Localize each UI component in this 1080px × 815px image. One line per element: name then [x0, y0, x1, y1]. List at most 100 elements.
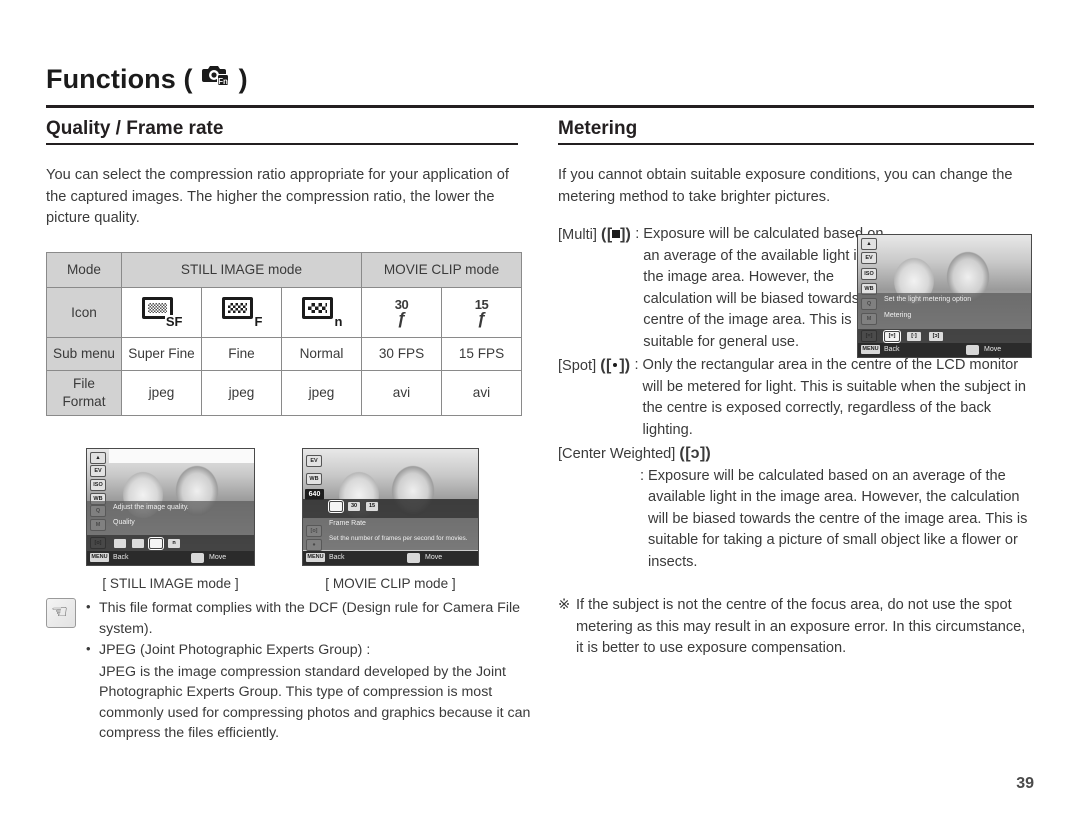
cell-format-0: jpeg — [121, 369, 202, 416]
lcd-bottom-bar: MENU Back Move — [87, 550, 254, 565]
movie-clip-mode-caption: [ MOVIE CLIP mode ] — [325, 575, 456, 591]
cell-icon-15fps: 15 ƒ — [441, 286, 522, 338]
note-body: This file format complies with the DCF (… — [86, 597, 536, 744]
lcd-screens-row: ▲ EV ISO WB Q M [o] Adjust the image qua… — [86, 447, 518, 591]
metering-footnote: ※ If the subject is not the centre of th… — [558, 595, 1034, 660]
lcd-move-label: Move — [425, 553, 443, 561]
metering-section-title: Metering — [558, 118, 638, 139]
cell-format-4: avi — [441, 369, 522, 416]
lcd-dpad-icon[interactable] — [966, 345, 979, 355]
lcd-icon-iso: ISO — [90, 478, 106, 491]
lcd-chip-spot[interactable]: [·] — [906, 331, 922, 342]
page-title-prefix: Functions ( — [46, 64, 193, 94]
footnote-mark: ※ — [558, 597, 571, 613]
cell-label-mode: Mode — [46, 251, 122, 288]
lcd-icon-ev: EV — [861, 252, 877, 264]
cell-submenu-1: Fine — [201, 336, 282, 371]
cell-label-icon: Icon — [46, 286, 122, 338]
metering-colon: : — [634, 357, 639, 373]
cell-icon-30fps: 30 ƒ — [361, 286, 442, 338]
lcd-quality-chips: n — [113, 536, 181, 550]
note-hand-icon: ☜ — [46, 598, 76, 628]
lcd-chip-0[interactable] — [113, 537, 127, 549]
quality-normal-icon: n — [301, 296, 343, 328]
lcd-menu-label: Metering — [884, 312, 912, 319]
lcd-dpad-icon[interactable] — [191, 552, 204, 563]
quality-section-divider — [46, 143, 518, 145]
lcd-chip-3[interactable]: n — [167, 537, 181, 549]
lcd-metering-chips: [=] [·] [ɔ] — [883, 330, 944, 343]
quality-frame-rate-table: Mode STILL IMAGE mode MOVIE CLIP mode Ic… — [46, 251, 522, 416]
lcd-back-label: Back — [884, 346, 900, 353]
metering-intro-text: If you cannot obtain suitable exposure c… — [558, 167, 1013, 205]
metering-center-weighted-icon: ([ɔ]) — [679, 445, 712, 462]
lcd-chip-1[interactable]: 30 — [347, 500, 361, 512]
quality-section-title: Quality / Frame rate — [46, 118, 224, 139]
cell-submenu-3: 30 FPS — [361, 336, 442, 371]
metering-desc-center-weighted: Exposure will be calculated based on an … — [648, 467, 1028, 570]
lcd-chip-2[interactable] — [148, 536, 164, 550]
framerate-15-icon: 15 ƒ — [474, 296, 489, 328]
lcd-icon-ev: EV — [306, 454, 322, 467]
still-image-screen-block: ▲ EV ISO WB Q M [o] Adjust the image qua… — [86, 447, 255, 591]
lcd-chip-1[interactable] — [131, 537, 145, 549]
quality-section-header: Quality / Frame rate — [46, 118, 518, 148]
lcd-move-label: Move — [984, 346, 1002, 353]
metering-spot-icon: ([]) — [600, 357, 631, 374]
lcd-icon-wb: WB — [306, 472, 322, 485]
quality-superfine-icon: SF — [141, 296, 183, 328]
cell-submenu-2: Normal — [281, 336, 362, 371]
metering-desc-spot: Only the rectangular area in the centre … — [642, 357, 1026, 438]
lcd-dpad-icon[interactable] — [407, 552, 420, 563]
metering-term-center-weighted: [Center Weighted] ([ɔ]) — [558, 445, 712, 462]
lcd-framerate-chips: 30 15 — [328, 499, 379, 513]
metering-screen-block: ▲ EV ISO WB Q M [=] Set the light meteri… — [857, 234, 1032, 358]
note-block: ☜ This file format complies with the DCF… — [46, 597, 536, 744]
lcd-icon-exposure: ▲ — [861, 238, 877, 250]
metering-section-header: Metering — [558, 118, 1034, 148]
right-column: Metering If you cannot obtain suitable e… — [558, 118, 1034, 660]
note-subtext: JPEG is the image compression standard d… — [99, 663, 531, 742]
lcd-desc-text: Frame Rate — [329, 519, 366, 527]
cell-icon-fine: F — [201, 286, 282, 338]
page-number: 39 — [1016, 775, 1034, 792]
metering-multi-icon: ([]) — [600, 226, 632, 243]
svg-text:Fn: Fn — [218, 77, 228, 86]
cell-submenu-0: Super Fine — [121, 336, 202, 371]
cell-group-still: STILL IMAGE mode — [121, 251, 362, 288]
cell-label-fileformat: File Format — [46, 369, 122, 416]
lcd-back-label: Back — [329, 553, 345, 561]
chapter-header: Functions ( Fn ) — [46, 62, 1034, 108]
table-row-fileformat: File Format jpeg jpeg jpeg avi avi — [46, 369, 522, 416]
lcd-icon-iso: ISO — [861, 268, 877, 280]
chapter-divider — [46, 105, 1034, 108]
cell-label-submenu: Sub menu — [46, 336, 122, 371]
table-row-submenu: Sub menu Super Fine Fine Normal 30 FPS 1… — [46, 336, 522, 371]
footnote-text: If the subject is not the centre of the … — [576, 597, 1026, 656]
lcd-menu-key[interactable]: MENU — [90, 552, 109, 562]
lcd-icon-exposure: ▲ — [90, 451, 106, 464]
framerate-30-icon: 30 ƒ — [394, 296, 409, 328]
lcd-menu-key[interactable]: MENU — [861, 345, 880, 354]
metering-colon: : — [639, 467, 645, 484]
lcd-menu-label: Quality — [113, 518, 135, 526]
lcd-desc-text: Adjust the image quality. — [113, 503, 189, 511]
cell-group-movie: MOVIE CLIP mode — [361, 251, 522, 288]
lcd-menu-label: Set the number of frames per second for … — [329, 534, 468, 542]
lcd-menu-key[interactable]: MENU — [306, 552, 325, 562]
lcd-bottom-bar: MENU Back Move — [303, 550, 478, 565]
cell-icon-superfine: SF — [121, 286, 202, 338]
quality-fine-icon: F — [221, 296, 263, 328]
lcd-bottom-bar: MENU Back Move — [858, 343, 1031, 357]
manual-page: Functions ( Fn ) Quality / Frame rate Yo… — [0, 0, 1080, 815]
metering-def-center-weighted: [Center Weighted] ([ɔ]) : Exposure will … — [558, 443, 1034, 573]
lcd-chip-multi[interactable]: [=] — [883, 330, 901, 343]
metering-colon: : — [635, 226, 640, 242]
movie-clip-screen-block: EV WB 640 [o] ● 30 15 Frame Rate Set the — [302, 447, 479, 591]
cell-submenu-4: 15 FPS — [441, 336, 522, 371]
metering-def-spot: [Spot] ([]) : Only the rectangular area … — [558, 355, 1034, 441]
lcd-icon-ev: EV — [90, 464, 106, 477]
lcd-chip-2[interactable]: 15 — [365, 500, 379, 512]
lcd-chip-0[interactable] — [328, 499, 344, 513]
lcd-chip-center[interactable]: [ɔ] — [928, 331, 944, 342]
